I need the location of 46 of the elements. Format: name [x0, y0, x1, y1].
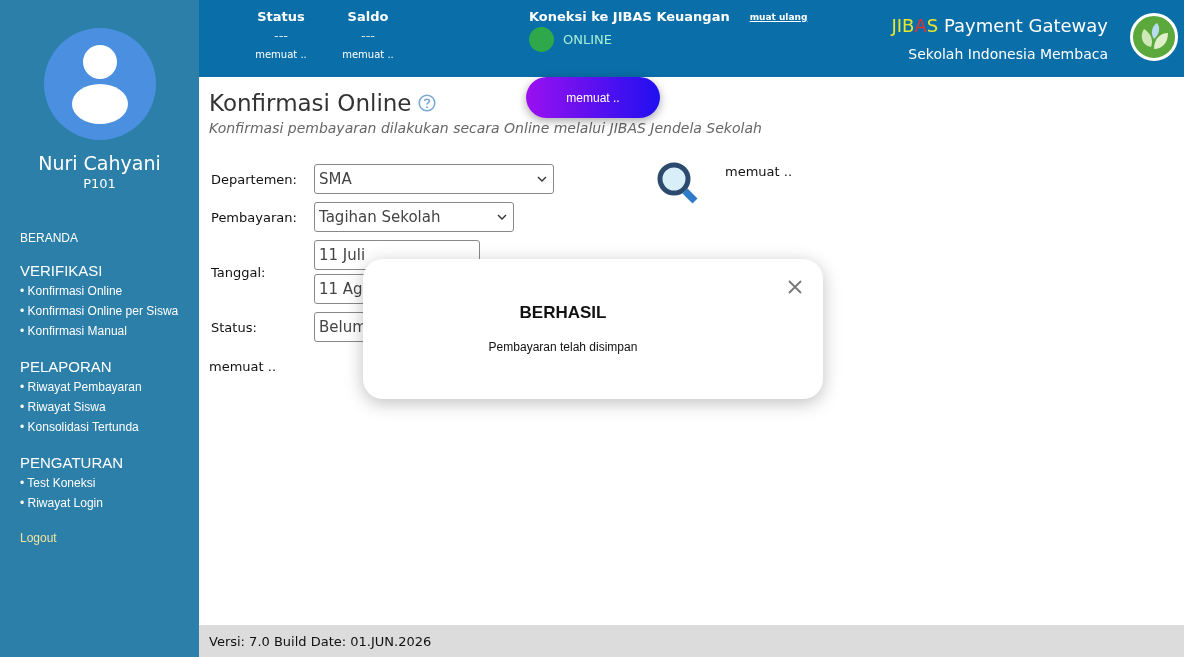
section-heading: VERIFIKASI	[20, 262, 103, 279]
stat-value: ---	[273, 28, 289, 43]
stat-label: Status	[257, 9, 305, 24]
page-title: Konfirmasi Online	[209, 90, 412, 116]
close-icon[interactable]	[787, 279, 803, 295]
school-name: Sekolah Indonesia Membaca	[908, 46, 1108, 62]
section-heading: PELAPORAN	[20, 358, 112, 375]
user-id: P101	[83, 176, 116, 191]
menu-item[interactable]: • Riwayat Pembayaran	[20, 377, 142, 397]
leaf-logo-icon	[1130, 13, 1178, 61]
field-label: Tanggal:	[210, 264, 267, 280]
select-field[interactable]: Tagihan Sekolah	[314, 202, 514, 232]
menu-item[interactable]: • Riwayat Login	[20, 493, 103, 513]
user-name: Nuri Cahyani	[38, 152, 161, 174]
field-label: Pembayaran:	[210, 209, 298, 225]
menu-item[interactable]: • Konsolidasi Tertunda	[20, 417, 139, 437]
select-field[interactable]: SMA	[314, 164, 554, 194]
list-status: memuat ..	[209, 359, 278, 374]
menu-item[interactable]: • Konfirmasi Manual	[20, 321, 127, 341]
caret-icon	[497, 214, 507, 220]
field-label: Status:	[210, 319, 258, 335]
connection-label: Koneksi ke JIBAS Keuangan	[529, 9, 730, 24]
avatar-icon	[43, 28, 156, 140]
menu-item[interactable]: • Riwayat Siswa	[20, 397, 106, 417]
version-text: Versi: 7.0 Build Date: 01.JUN.2026	[209, 634, 432, 649]
stat-value: ---	[360, 28, 376, 43]
field-label: Departemen:	[210, 171, 298, 187]
dialog-message: Pembayaran telah disimpan	[488, 340, 638, 354]
brand-title: JIBAS Payment Gateway	[891, 15, 1108, 36]
menu-item[interactable]: • Konfirmasi Online	[20, 281, 123, 301]
dialog-title: BERHASIL	[519, 303, 607, 323]
search-status: memuat ..	[725, 164, 793, 179]
section-heading: PENGATURAN	[20, 454, 124, 471]
connection-status: ONLINE	[563, 32, 612, 47]
home-link[interactable]: BERANDA	[20, 231, 78, 245]
loading-toast: memuat ..	[526, 77, 660, 118]
stat-note: memuat ..	[342, 49, 394, 60]
menu-item[interactable]: • Test Koneksi	[20, 473, 96, 493]
help-icon[interactable]	[417, 94, 436, 112]
reload-link[interactable]: muat ulang	[749, 11, 808, 22]
menu-item[interactable]: • Konfirmasi Online per Siswa	[20, 301, 179, 321]
caret-icon	[537, 176, 547, 182]
stat-note: memuat ..	[255, 49, 307, 60]
logout-link[interactable]: Logout	[20, 531, 57, 545]
stat-label: Saldo	[347, 9, 389, 24]
page-subtitle: Konfirmasi pembayaran dilakukan secara Online melalui JIBAS Jendela Sekolah	[209, 120, 763, 136]
